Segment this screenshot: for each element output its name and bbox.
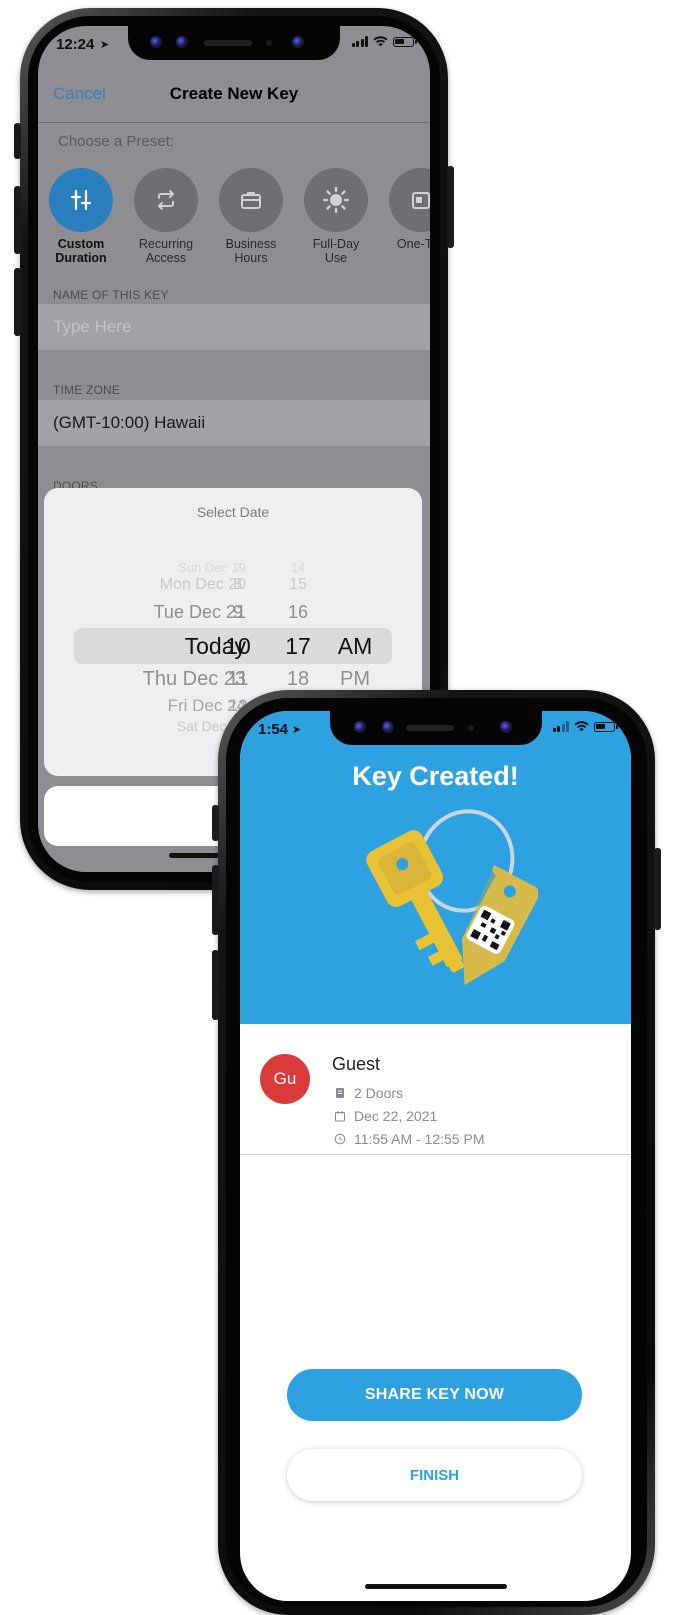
sensor [353,721,366,733]
preset-label: Choose a Preset: [58,133,174,150]
avatar: Gu [260,1054,310,1104]
picker-minute: 15 [289,576,307,593]
preset-circle [304,168,368,232]
volume-up-button [14,186,21,254]
speaker [405,725,454,731]
notch [329,711,542,745]
notch [128,26,340,60]
preset-label-text: Recurring Access [138,237,194,265]
home-indicator [364,1584,507,1589]
mute-switch [14,123,21,159]
wifi-icon [574,721,589,732]
picker-minute: 18 [286,668,310,690]
sensor [176,36,188,48]
volume-down-button [212,950,219,1020]
finish-button[interactable]: FINISH [287,1449,582,1501]
picker-ampm: PM [340,668,370,690]
status-time: 1:54 [258,721,289,738]
picker-ampm: AM [337,633,373,659]
name-section-label: NAME OF THIS KEY [53,288,169,302]
front-camera [499,721,512,733]
preset-full-day-use[interactable]: Full-Day Use [293,168,379,265]
calendar-icon [335,1111,345,1122]
key-date: Dec 22, 2021 [354,1108,438,1124]
sensor [266,40,272,46]
picker-hour: 11 [227,668,249,690]
picker-hour: 9 [232,602,243,622]
divider [38,122,430,123]
picker-row[interactable]: Tue Dec 21 9 16 [44,602,422,632]
power-button [654,848,661,930]
date-info: Dec 22, 2021 [334,1108,437,1124]
location-arrow-icon: ➤ [292,724,302,736]
timezone-value: (GMT-10:00) Hawaii [53,413,206,432]
guest-key-row[interactable]: Gu Guest 2 Doors Dec 22, 2021 11:55 AM -… [240,1024,631,1155]
sensor [150,36,162,48]
picker-minute: 16 [287,602,309,622]
preset-label-text: Full-Day Use [312,237,360,265]
repeat-icon [158,190,174,210]
preset-circle [389,168,430,232]
picker-minute: 14 [290,560,306,575]
preset-label-text: Business Hours [225,237,277,265]
sensor [381,721,394,733]
key-time-range: 11:55 AM - 12:55 PM [354,1131,485,1147]
calendar-icon [412,192,430,209]
preset-recurring-access[interactable]: Recurring Access [123,168,209,265]
battery-icon [594,721,618,732]
share-key-button[interactable]: SHARE KEY NOW [287,1369,582,1421]
date-picker-title: Select Date [196,504,270,520]
mute-switch [212,805,219,841]
picker-minute: 17 [285,633,311,659]
keys-illustration [366,809,538,986]
battery-icon [393,36,417,47]
wifi-icon [373,36,388,47]
picker-hour: 10 [225,633,251,659]
sliders-icon [70,189,92,211]
doors-count: 2 Doors [354,1085,404,1101]
signal-icon [351,36,368,47]
phone-key-created: Key Created! 1:54 ➤ Gu Guest 2 Doors Dec… [212,690,661,1615]
speaker [204,40,252,46]
volume-down-button [14,268,21,336]
key-name-input[interactable]: Type Here [38,304,430,350]
preset-circle [219,168,283,232]
sun-icon [322,186,350,214]
signal-icon [552,721,569,732]
preset-business-hours[interactable]: Business Hours [208,168,294,265]
volume-up-button [212,865,219,935]
front-camera [292,36,304,48]
preset-circle [134,168,198,232]
picker-hour: 8 [233,576,243,593]
preset-list: Custom Duration Recurring Access Busines… [38,168,430,288]
picker-row-selected[interactable]: Today 10 17 AM [44,633,422,663]
clock-icon [334,1133,346,1145]
timezone-section-label: TIME ZONE [53,383,121,397]
doors-info: 2 Doors [334,1085,403,1101]
key-created-screen: Key Created! 1:54 ➤ Gu Guest 2 Doors Dec… [240,711,631,1601]
status-icons [552,721,618,732]
power-button [447,166,454,248]
page-title: Key Created! [352,761,519,791]
sensor [467,725,474,731]
key-name-placeholder: Type Here [53,317,132,336]
location-arrow-icon: ➤ [100,39,110,51]
briefcase-icon [241,192,261,209]
time-info: 11:55 AM - 12:55 PM [334,1131,484,1147]
guest-name: Guest [332,1054,381,1074]
timezone-field[interactable]: (GMT-10:00) Hawaii [38,400,430,446]
preset-circle [49,168,113,232]
hero-banner: Key Created! [240,711,631,1024]
door-icon [336,1088,344,1098]
preset-label-text: Custom Duration [55,237,107,265]
page-title: Create New Key [169,84,299,103]
picker-hour: 7 [234,560,242,575]
nav-bar: Cancel Create New Key [38,66,430,120]
status-time: 12:24 [56,36,95,53]
preset-label-text: One-Tim [396,237,430,251]
preset-one-time[interactable]: One-Tim [378,168,430,251]
status-icons [351,36,417,47]
preset-custom-duration[interactable]: Custom Duration [38,168,124,265]
